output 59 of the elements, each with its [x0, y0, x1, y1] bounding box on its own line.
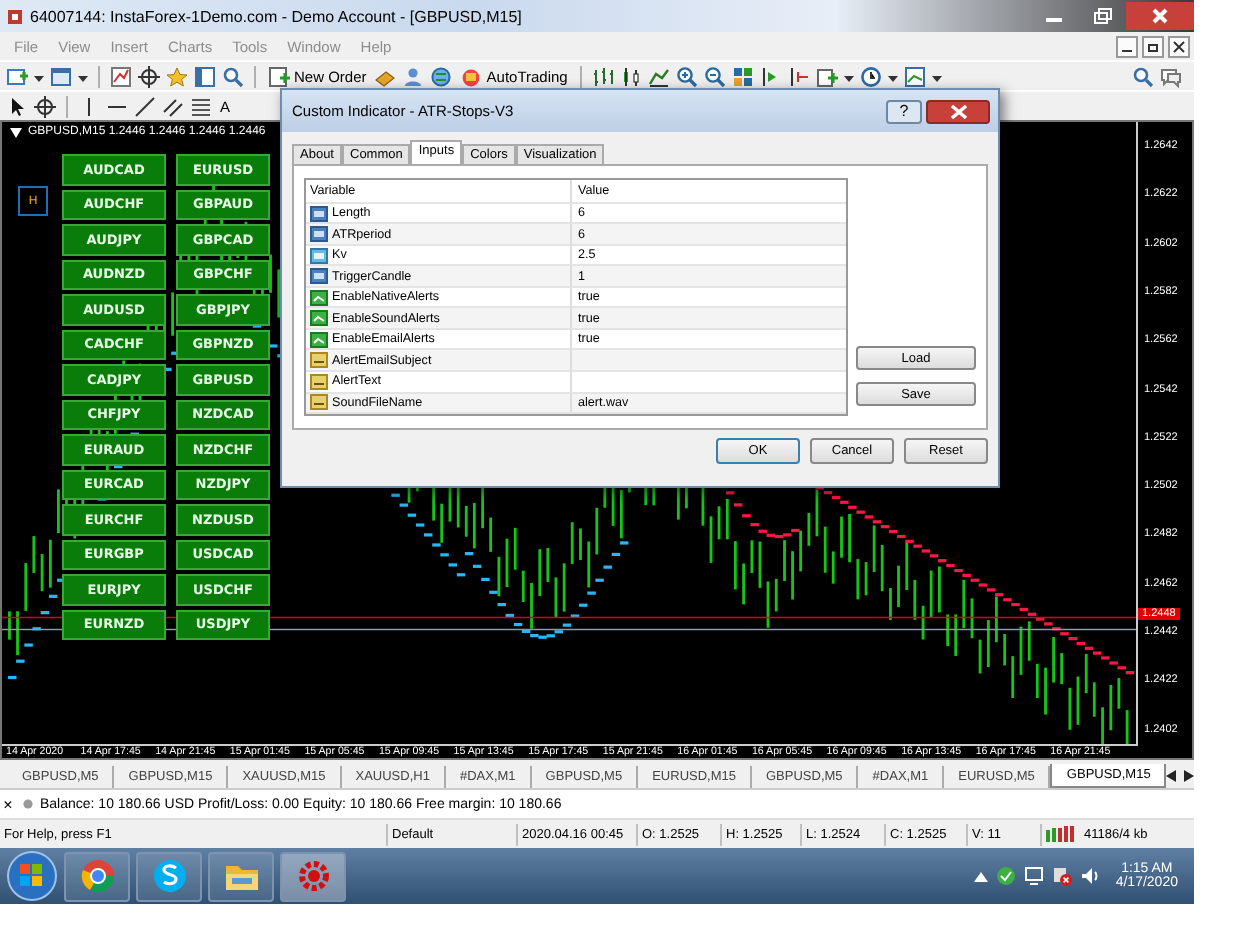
close-button[interactable] [926, 99, 990, 123]
person-icon[interactable] [402, 65, 425, 87]
app-icon [6, 7, 24, 25]
network-error-icon[interactable] [1051, 866, 1072, 886]
indicator-icon[interactable] [815, 65, 838, 87]
dropdown-arrow-icon[interactable] [10, 127, 22, 137]
close-icon [949, 103, 967, 119]
trendline-icon[interactable] [134, 95, 156, 117]
window-icon[interactable] [50, 65, 72, 87]
search-icon[interactable] [1132, 65, 1154, 87]
check-icon[interactable] [995, 866, 1016, 886]
shift-icon[interactable] [787, 65, 810, 87]
text-type-icon [310, 352, 328, 369]
bar-chart-icon[interactable] [591, 65, 614, 87]
search-icon[interactable] [222, 65, 244, 87]
close-icon [1172, 39, 1186, 53]
line-chart-icon[interactable] [647, 65, 670, 87]
close-button[interactable]: × [0, 795, 16, 813]
cursor-icon[interactable] [6, 95, 28, 117]
scroll-right-icon[interactable] [1184, 770, 1195, 782]
crosshair-icon[interactable] [34, 95, 56, 117]
restore-icon[interactable] [1092, 8, 1112, 24]
chart-icon[interactable] [110, 65, 132, 87]
window-title: 64007144: InstaForex-1Demo.com - Demo Account - [GBPUSD,M15] [30, 7, 524, 25]
crosshair-icon[interactable] [138, 65, 160, 87]
channel-icon[interactable] [162, 95, 184, 117]
browser-icon [79, 858, 115, 894]
zoom-out-icon[interactable] [703, 65, 726, 87]
taskbar-button[interactable] [64, 851, 130, 901]
star-icon[interactable] [166, 65, 188, 87]
close-button[interactable] [1168, 35, 1190, 57]
text-type-icon [310, 373, 328, 390]
clock-icon[interactable] [859, 65, 882, 87]
restore-button[interactable] [1142, 35, 1164, 57]
status-dot-icon [22, 798, 34, 810]
monitor-icon[interactable] [1023, 866, 1044, 886]
minimize-button[interactable] [1116, 35, 1138, 57]
grid-icon[interactable] [731, 65, 754, 87]
connection-bars-icon [1046, 826, 1078, 842]
decimal-type-icon [310, 247, 328, 264]
restore-icon [1146, 39, 1160, 53]
taskbar-button[interactable] [208, 851, 274, 901]
speaker-icon[interactable] [1079, 866, 1100, 886]
chat-app-icon [151, 858, 187, 894]
taskbar-button[interactable] [136, 851, 202, 901]
template-icon[interactable] [903, 65, 926, 87]
new-chart-icon[interactable] [6, 65, 28, 87]
integer-type-icon [310, 268, 328, 285]
text-type-icon [310, 394, 328, 411]
help-button[interactable]: ? [886, 99, 922, 123]
gear-icon [295, 858, 331, 894]
fibonacci-icon[interactable] [190, 95, 212, 117]
start-button[interactable] [6, 850, 58, 902]
speech-bubble-icon[interactable] [1160, 65, 1182, 87]
close-icon [1150, 8, 1170, 24]
zoom-in-icon[interactable] [675, 65, 698, 87]
panel-icon[interactable] [194, 65, 216, 87]
candles-icon[interactable] [619, 65, 642, 87]
caret-icon[interactable] [973, 871, 988, 881]
